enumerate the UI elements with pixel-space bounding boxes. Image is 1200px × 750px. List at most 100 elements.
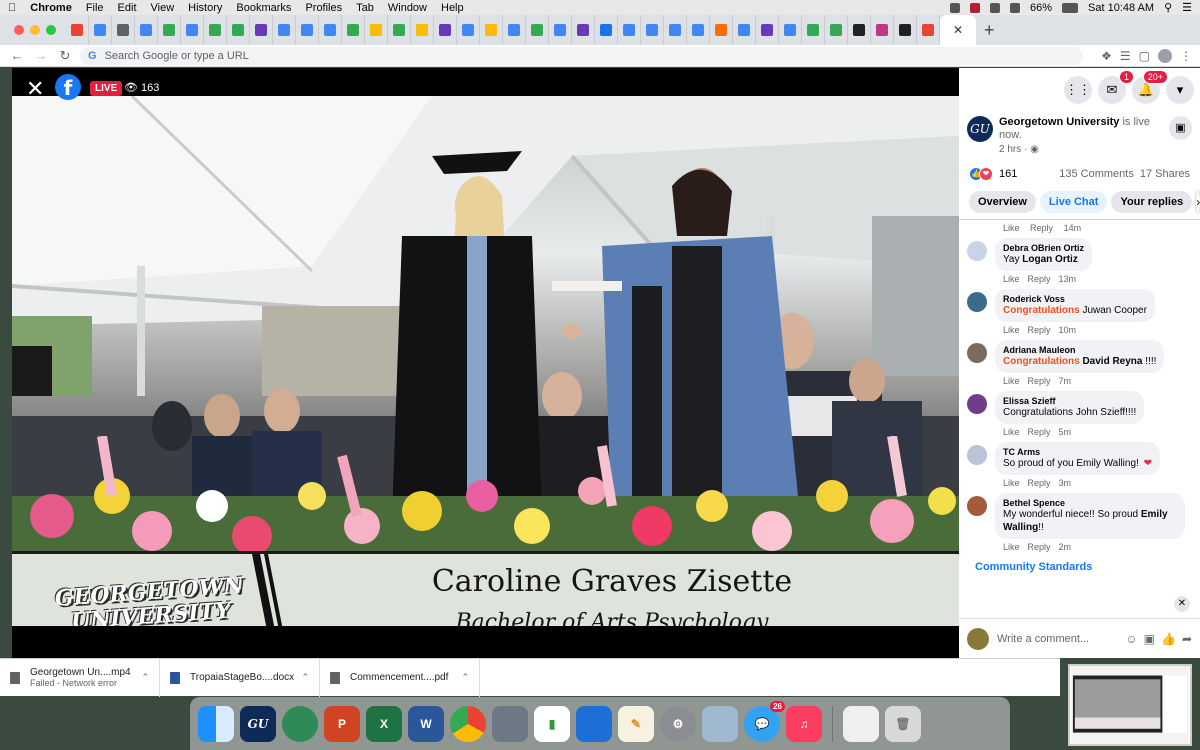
chrome-icon[interactable] <box>450 705 486 742</box>
like-link[interactable]: Like <box>1003 376 1020 386</box>
reply-link[interactable]: Reply <box>1028 478 1051 488</box>
battery-icon[interactable] <box>1062 2 1079 13</box>
clock[interactable]: Sat 10:48 AM <box>1088 2 1154 14</box>
tab[interactable] <box>618 15 641 45</box>
tab[interactable] <box>871 15 894 45</box>
reload-icon[interactable]: ↻ <box>56 48 74 64</box>
commenter-name[interactable]: Elissa Szieff <box>1003 396 1136 406</box>
tray-bluetooth-icon[interactable] <box>989 2 1000 13</box>
tab[interactable] <box>917 15 940 45</box>
community-standards-link[interactable]: Community Standards <box>967 555 1192 579</box>
tab[interactable] <box>227 15 250 45</box>
download-item[interactable]: Georgetown Un....mp4 Failed - Network er… <box>0 658 160 697</box>
tab[interactable] <box>687 15 710 45</box>
menu-bookmarks[interactable]: Bookmarks <box>236 2 291 14</box>
menu-profiles[interactable]: Profiles <box>305 2 342 14</box>
dismiss-icon[interactable]: ✕ <box>1174 596 1190 612</box>
reaction-count[interactable]: 161 <box>999 168 1017 180</box>
powerpoint-icon[interactable]: P <box>324 705 360 742</box>
tab[interactable] <box>848 15 871 45</box>
menu-edit[interactable]: Edit <box>118 2 137 14</box>
reply-link[interactable]: Reply <box>1028 542 1051 552</box>
download-item[interactable]: TropaiaStageBo....docx ⌃ <box>160 658 320 697</box>
tab[interactable] <box>503 15 526 45</box>
tab[interactable] <box>480 15 503 45</box>
tab[interactable] <box>526 15 549 45</box>
facebook-logo-icon[interactable]: f <box>55 74 81 100</box>
commenter-name[interactable]: TC Arms <box>1003 447 1152 457</box>
profile-avatar[interactable] <box>1158 48 1172 63</box>
battery-percent[interactable]: 66% <box>1030 2 1052 14</box>
messages-icon[interactable]: 💬 26 <box>744 700 785 742</box>
new-tab-button[interactable]: + <box>976 20 1003 41</box>
sidebar-icon[interactable]: ▢ <box>1139 49 1150 63</box>
commenter-name[interactable]: Bethel Spence <box>1003 498 1177 508</box>
tab[interactable] <box>66 15 89 45</box>
commenter-avatar[interactable] <box>967 496 987 516</box>
tab[interactable] <box>733 15 756 45</box>
tab[interactable] <box>434 15 457 45</box>
tab[interactable] <box>158 15 181 45</box>
tab[interactable] <box>825 15 848 45</box>
word-icon[interactable]: W <box>408 705 444 742</box>
chevron-up-icon[interactable]: ⌃ <box>141 672 149 683</box>
reply-link[interactable]: Reply <box>1028 427 1051 437</box>
menu-tab[interactable]: Tab <box>356 2 374 14</box>
commenter-name[interactable]: Debra OBrien Ortiz <box>1003 243 1084 253</box>
tab[interactable] <box>710 15 733 45</box>
reply-link[interactable]: Reply <box>1028 274 1051 284</box>
comment-time[interactable]: 2m <box>1059 542 1072 552</box>
reading-list-icon[interactable]: ☰ <box>1120 49 1131 63</box>
tab[interactable] <box>894 15 917 45</box>
tab[interactable] <box>802 15 825 45</box>
numbers-icon[interactable]: ▮ <box>534 705 570 742</box>
commenter-name[interactable]: Roderick Voss <box>1003 294 1147 304</box>
live-video-player[interactable]: GEORGETOWN UNIVERSITY Caroline Graves Zi… <box>12 68 959 658</box>
tray-wifi-icon[interactable] <box>1009 2 1020 13</box>
page-avatar[interactable]: GU <box>967 116 993 142</box>
tab-overview[interactable]: Overview <box>969 191 1036 213</box>
my-avatar[interactable] <box>967 627 989 650</box>
page-name-link[interactable]: Georgetown University <box>999 116 1119 128</box>
like-link[interactable]: Like <box>1003 542 1020 552</box>
comment-time[interactable]: 3m <box>1059 478 1072 488</box>
active-tab[interactable]: ✕ <box>940 15 976 45</box>
tab[interactable] <box>135 15 158 45</box>
commenter-avatar[interactable] <box>967 241 987 261</box>
tab[interactable] <box>572 15 595 45</box>
comment-time[interactable]: 7m <box>1059 376 1072 386</box>
omnibox[interactable]: G Search Google or type a URL <box>80 46 1084 65</box>
like-icon[interactable]: 👍 <box>1161 632 1176 646</box>
tab[interactable] <box>181 15 204 45</box>
comment-time[interactable]: 14m <box>1064 223 1082 233</box>
tab[interactable] <box>319 15 342 45</box>
tab[interactable] <box>365 15 388 45</box>
tab[interactable] <box>204 15 227 45</box>
shares-count[interactable]: 17 Shares <box>1140 168 1190 180</box>
commenter-name[interactable]: Adriana Mauleon <box>1003 345 1156 355</box>
chevron-up-icon[interactable]: ⌃ <box>301 672 309 683</box>
tab[interactable] <box>595 15 618 45</box>
tab[interactable] <box>89 15 112 45</box>
account-dropdown-icon[interactable]: ▾ <box>1166 76 1194 104</box>
document-stack-icon[interactable] <box>843 705 879 742</box>
menu-window[interactable]: Window <box>388 2 427 14</box>
excel-icon[interactable]: X <box>366 705 402 742</box>
close-tab-icon[interactable]: ✕ <box>953 23 963 37</box>
menu-file[interactable]: File <box>86 2 104 14</box>
comment-time[interactable]: 13m <box>1059 274 1077 284</box>
download-item[interactable]: Commencement....pdf ⌃ <box>320 658 480 697</box>
keynote-icon[interactable] <box>576 705 612 742</box>
reply-link[interactable]: Reply <box>1028 376 1051 386</box>
notifications-icon[interactable]: 🔔 20+ <box>1132 70 1168 104</box>
music-icon[interactable]: ♫ <box>786 705 822 742</box>
emoji-icon[interactable]: ☺ <box>1125 632 1137 646</box>
back-icon[interactable]: ← <box>8 48 26 63</box>
tab[interactable] <box>388 15 411 45</box>
reply-link[interactable]: Reply <box>1028 325 1051 335</box>
menu-view[interactable]: View <box>151 2 175 14</box>
tab[interactable] <box>112 15 135 45</box>
tab[interactable] <box>296 15 319 45</box>
tab[interactable] <box>457 15 480 45</box>
chevron-up-icon[interactable]: ⌃ <box>461 672 469 683</box>
